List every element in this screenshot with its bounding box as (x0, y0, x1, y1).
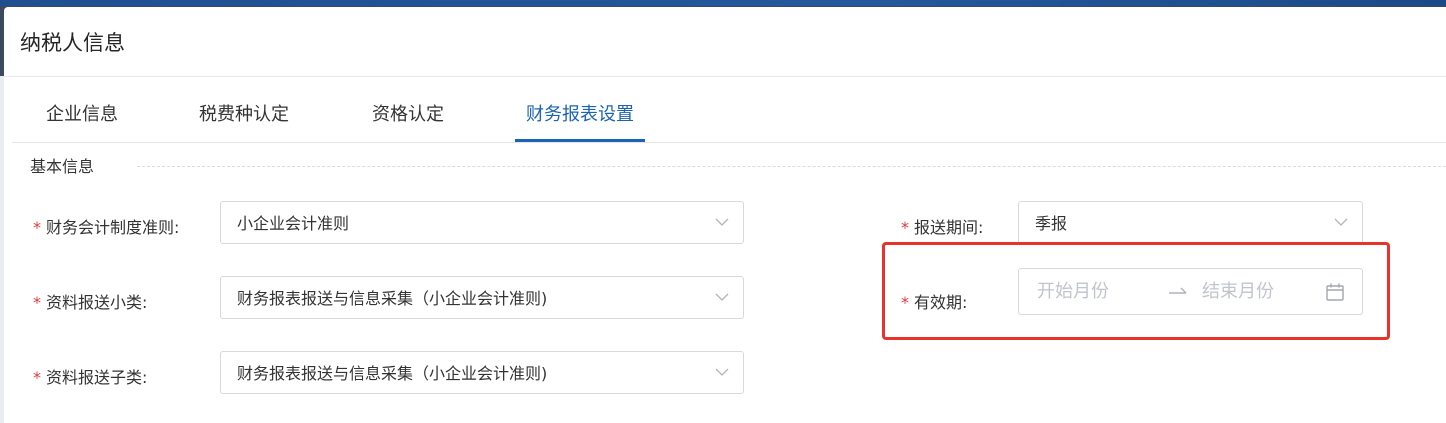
data-subcategory-label: * 资料报送子类: (33, 368, 148, 387)
section-title: 基本信息 (30, 157, 95, 176)
report-period-value: 季报 (1035, 214, 1068, 233)
app-top-bar (0, 0, 1446, 6)
calendar-icon[interactable] (1325, 282, 1345, 302)
chevron-down-icon (1334, 218, 1348, 226)
chevron-down-icon (715, 293, 729, 301)
required-mark: * (901, 218, 909, 237)
tab-tax-type-identification[interactable]: 税费种认定 (199, 96, 289, 142)
report-period-label: * 报送期间: (901, 218, 984, 237)
section-divider (137, 166, 1446, 167)
data-subclass-select[interactable]: 财务报表报送与信息采集（小企业会计准则) (220, 276, 744, 319)
accounting-standard-value: 小企业会计准则 (237, 214, 350, 233)
validity-label: * 有效期: (901, 293, 968, 312)
accounting-standard-select[interactable]: 小企业会计准则 (220, 201, 744, 244)
data-subclass-label: * 资料报送小类: (33, 293, 148, 312)
validity-month-range-picker[interactable]: 开始月份 结束月份 (1018, 268, 1363, 315)
dialog-header: 纳税人信息 (4, 7, 1446, 77)
chevron-down-icon (715, 218, 729, 226)
dialog-title: 纳税人信息 (20, 30, 125, 55)
data-subcategory-value: 财务报表报送与信息采集（小企业会计准则) (237, 364, 548, 383)
report-period-select[interactable]: 季报 (1018, 201, 1363, 244)
required-mark: * (901, 293, 909, 312)
tab-financial-report-settings[interactable]: 财务报表设置 (515, 96, 645, 142)
arrow-right-icon (1169, 287, 1187, 294)
tab-bar: 企业信息 税费种认定 资格认定 财务报表设置 (12, 96, 1446, 143)
end-month-input[interactable]: 结束月份 (1202, 269, 1274, 314)
tab-company-info[interactable]: 企业信息 (46, 96, 118, 142)
data-subclass-value: 财务报表报送与信息采集（小企业会计准则) (237, 289, 548, 308)
start-month-input[interactable]: 开始月份 (1037, 269, 1109, 314)
required-mark: * (33, 218, 41, 237)
tab-qualification[interactable]: 资格认定 (372, 96, 444, 142)
required-mark: * (33, 293, 41, 312)
required-mark: * (33, 368, 41, 387)
accounting-standard-label: * 财务会计制度准则: (33, 218, 180, 237)
data-subcategory-select[interactable]: 财务报表报送与信息采集（小企业会计准则) (220, 351, 744, 394)
chevron-down-icon (715, 368, 729, 376)
